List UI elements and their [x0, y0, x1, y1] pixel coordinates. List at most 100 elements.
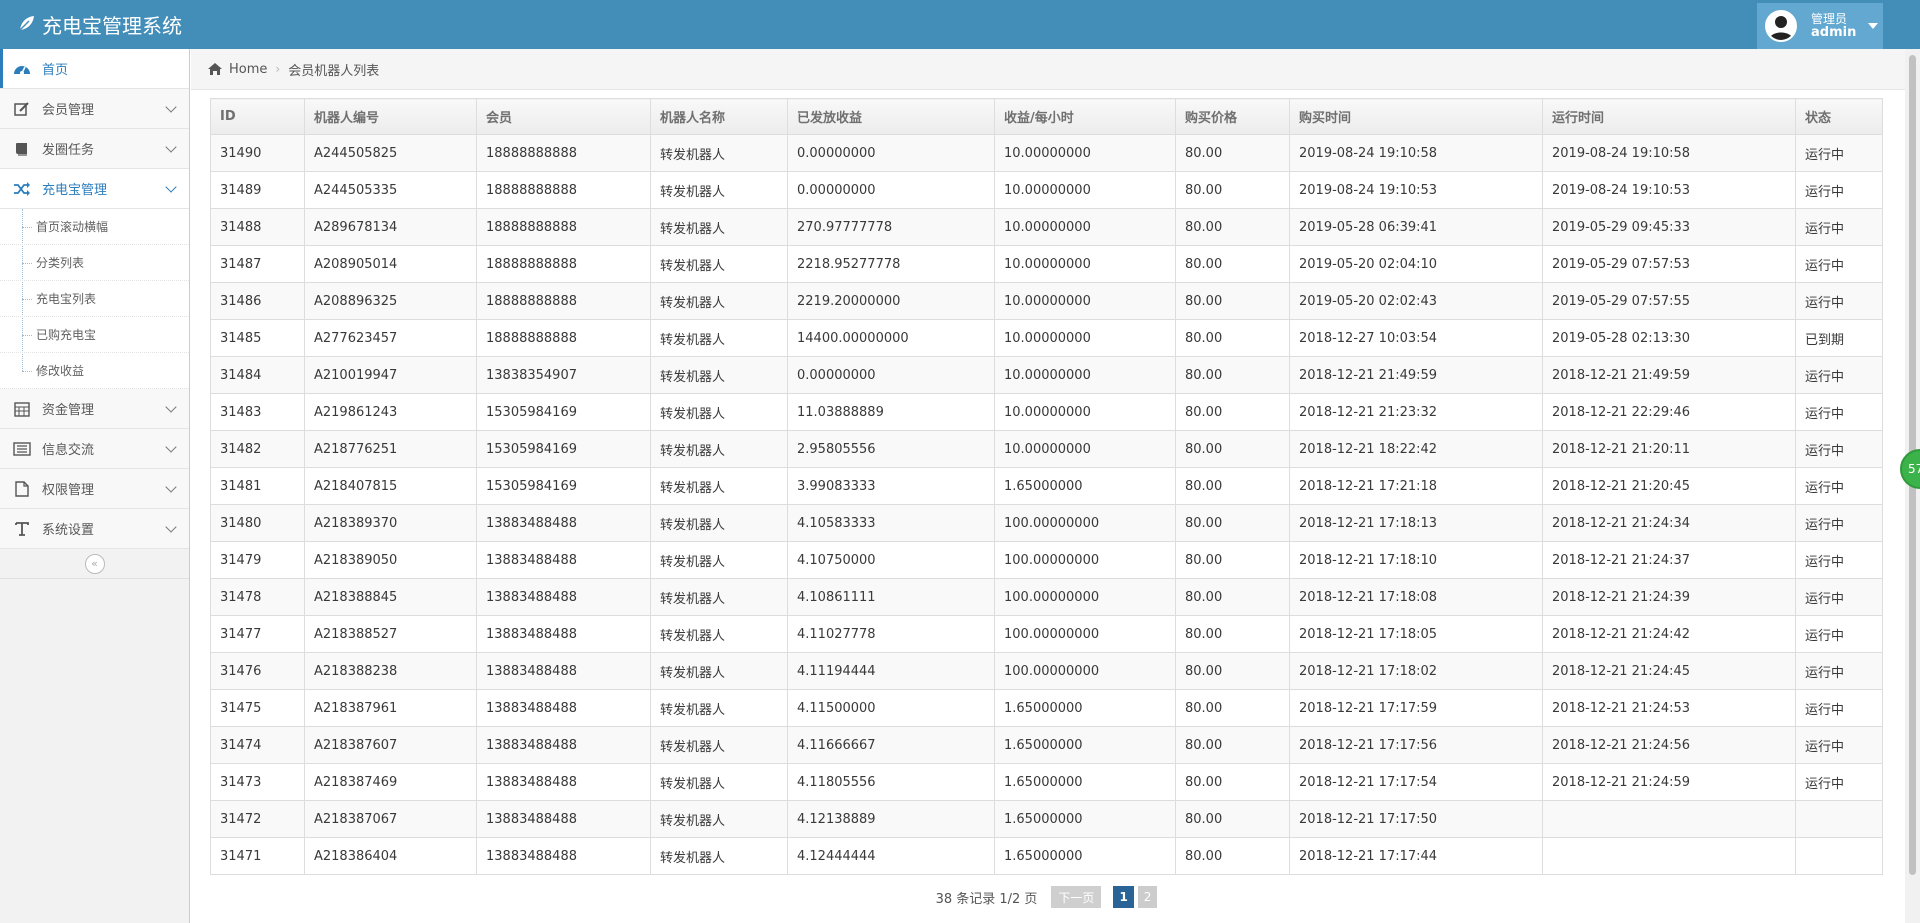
next-page-button[interactable]: 下一页 — [1051, 886, 1102, 908]
table-row: 31489 A244505335 18888888888 转发机器人 0.0000000… — [210, 171, 1883, 209]
table-row: 31472 A218387067 13883488488 转发机器人 4.1213888… — [210, 800, 1883, 838]
table-cell: 转发机器人 — [650, 134, 788, 172]
submenu-item-banner[interactable]: 首页滚动横幅 — [0, 209, 189, 245]
table-cell: 270.97777778 — [787, 208, 995, 246]
submenu-item-edit-earnings[interactable]: 修改收益 — [0, 353, 189, 389]
column-header: ID — [210, 98, 305, 135]
table-row: 31487 A208905014 18888888888 转发机器人 2218.9527… — [210, 245, 1883, 283]
table-body: 31490 A244505825 18888888888 转发机器人 0.0000000… — [210, 134, 1883, 875]
table-cell: 31474 — [210, 726, 305, 764]
table-cell: 2018-12-21 21:24:45 — [1542, 652, 1796, 690]
table-cell: A218389370 — [304, 504, 477, 542]
sidebar-item-tasks[interactable]: 发圈任务 — [0, 129, 189, 169]
page-1-button[interactable]: 1 — [1113, 886, 1134, 908]
table-cell: 2019-05-29 09:45:33 — [1542, 208, 1796, 246]
table-cell: 转发机器人 — [650, 356, 788, 394]
sidebar-item-settings[interactable]: 系统设置 — [0, 509, 189, 549]
table-cell: 80.00 — [1175, 652, 1290, 690]
sidebar-item-label: 充电宝管理 — [42, 183, 108, 198]
table-cell: 80.00 — [1175, 245, 1290, 283]
table-cell: 80.00 — [1175, 763, 1290, 801]
table-cell: 13883488488 — [476, 800, 651, 838]
table-cell: 运行中 — [1795, 578, 1883, 616]
app-brand[interactable]: 充电宝管理系统 — [18, 0, 182, 49]
table-cell: 2018-12-21 21:20:11 — [1542, 430, 1796, 468]
table-cell: A218387469 — [304, 763, 477, 801]
table-cell: 2019-05-29 07:57:55 — [1542, 282, 1796, 320]
table-cell: 100.00000000 — [994, 615, 1176, 653]
powerbank-submenu: 首页滚动横幅 分类列表 充电宝列表 已购充电宝 修改收益 — [0, 209, 189, 389]
breadcrumb-home[interactable]: Home — [207, 62, 267, 77]
table-row: 31484 A210019947 13838354907 转发机器人 0.0000000… — [210, 356, 1883, 394]
submenu-item-powerbank-list[interactable]: 充电宝列表 — [0, 281, 189, 317]
table-row: 31481 A218407815 15305984169 转发机器人 3.9908333… — [210, 467, 1883, 505]
table-cell: 31483 — [210, 393, 305, 431]
table-cell: 80.00 — [1175, 578, 1290, 616]
table-row: 31475 A218387961 13883488488 转发机器人 4.1150000… — [210, 689, 1883, 727]
table-cell: 2018-12-21 21:24:34 — [1542, 504, 1796, 542]
table-row: 31490 A244505825 18888888888 转发机器人 0.0000000… — [210, 134, 1883, 172]
table-cell: 转发机器人 — [650, 726, 788, 764]
floating-badge[interactable]: 57 — [1900, 449, 1920, 489]
table-cell: 1.65000000 — [994, 763, 1176, 801]
table-cell — [1795, 837, 1883, 875]
sidebar-item-label: 首页 — [42, 63, 69, 78]
table-cell: 10.00000000 — [994, 134, 1176, 172]
table-cell: 运行中 — [1795, 393, 1883, 431]
table-cell: 2018-12-21 17:17:50 — [1289, 800, 1543, 838]
table-row: 31474 A218387607 13883488488 转发机器人 4.1166666… — [210, 726, 1883, 764]
table-row: 31477 A218388527 13883488488 转发机器人 4.1102777… — [210, 615, 1883, 653]
edit-icon — [12, 100, 32, 118]
table-cell: 运行中 — [1795, 467, 1883, 505]
random-icon — [12, 180, 32, 198]
table-cell: 31486 — [210, 282, 305, 320]
table-cell: 1.65000000 — [994, 800, 1176, 838]
table-cell: 80.00 — [1175, 430, 1290, 468]
table-cell: A218387961 — [304, 689, 477, 727]
column-header: 收益/每小时 — [994, 98, 1176, 135]
table-cell: 2018-12-21 17:18:02 — [1289, 652, 1543, 690]
sidebar-item-home[interactable]: 首页 — [0, 49, 189, 89]
table-cell: 13883488488 — [476, 652, 651, 690]
table-row: 31480 A218389370 13883488488 转发机器人 4.1058333… — [210, 504, 1883, 542]
breadcrumb-current: 会员机器人列表 — [288, 63, 380, 79]
table-cell: 运行中 — [1795, 208, 1883, 246]
table-cell: 2018-12-21 17:17:59 — [1289, 689, 1543, 727]
table-cell: 转发机器人 — [650, 800, 788, 838]
table-cell: 4.11805556 — [787, 763, 995, 801]
submenu-item-categories[interactable]: 分类列表 — [0, 245, 189, 281]
table-cell: 转发机器人 — [650, 282, 788, 320]
table-cell: 13883488488 — [476, 763, 651, 801]
table-cell: 31482 — [210, 430, 305, 468]
page-2-button[interactable]: 2 — [1137, 886, 1158, 908]
table-cell: 31471 — [210, 837, 305, 875]
sidebar-item-funds[interactable]: 资金管理 — [0, 389, 189, 429]
sidebar-item-messages[interactable]: 信息交流 — [0, 429, 189, 469]
table-cell: 2019-05-20 02:02:43 — [1289, 282, 1543, 320]
calendar-icon — [12, 400, 32, 418]
submenu-item-purchased[interactable]: 已购充电宝 — [0, 317, 189, 353]
table-cell: 4.12444444 — [787, 837, 995, 875]
submenu-item-label: 分类列表 — [36, 256, 85, 270]
table-cell: 10.00000000 — [994, 319, 1176, 357]
table-cell: 2018-12-21 21:24:59 — [1542, 763, 1796, 801]
collapse-sidebar-icon[interactable]: « — [84, 553, 105, 574]
table-cell: 运行中 — [1795, 245, 1883, 283]
table-cell: 转发机器人 — [650, 319, 788, 357]
table-cell: 31487 — [210, 245, 305, 283]
table-cell: 10.00000000 — [994, 356, 1176, 394]
table-cell: 运行中 — [1795, 171, 1883, 209]
sidebar-item-members[interactable]: 会员管理 — [0, 89, 189, 129]
table-cell: 2018-12-21 17:18:10 — [1289, 541, 1543, 579]
table-cell: A218388238 — [304, 652, 477, 690]
sidebar-item-powerbank[interactable]: 充电宝管理 — [0, 169, 189, 209]
table-cell: A208905014 — [304, 245, 477, 283]
table-cell: 2019-05-28 06:39:41 — [1289, 208, 1543, 246]
user-menu[interactable]: 管理员 admin — [1757, 3, 1883, 49]
sidebar-item-permissions[interactable]: 权限管理 — [0, 469, 189, 509]
table-cell: 13883488488 — [476, 504, 651, 542]
table-row: 31471 A218386404 13883488488 转发机器人 4.1244444… — [210, 837, 1883, 875]
table-cell: A219861243 — [304, 393, 477, 431]
table-cell: 转发机器人 — [650, 504, 788, 542]
table-cell: 转发机器人 — [650, 393, 788, 431]
